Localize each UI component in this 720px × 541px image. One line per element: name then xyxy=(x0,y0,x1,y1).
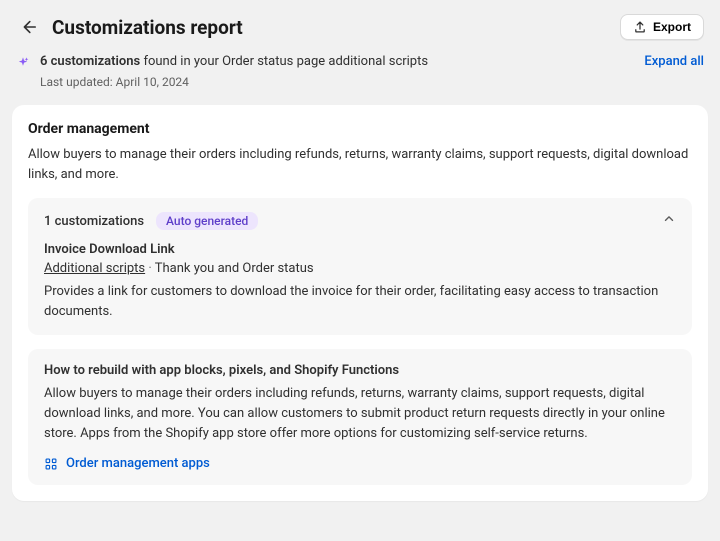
auto-generated-badge: Auto generated xyxy=(156,212,258,230)
apps-icon xyxy=(44,457,58,471)
customizations-panel: 1 customizations Auto generated Invoice … xyxy=(28,198,692,335)
howto-title: How to rebuild with app blocks, pixels, … xyxy=(44,363,676,378)
sparkle-icon xyxy=(16,56,30,74)
chevron-up-icon xyxy=(662,212,676,226)
export-label: Export xyxy=(653,20,691,34)
customizations-count: 6 customizations xyxy=(40,54,140,69)
customization-context: Thank you and Order status xyxy=(155,261,314,276)
arrow-left-icon xyxy=(19,18,37,36)
collapse-toggle[interactable] xyxy=(662,212,676,230)
howto-description: Allow buyers to manage their orders incl… xyxy=(44,384,676,444)
expand-all-link[interactable]: Expand all xyxy=(644,54,704,69)
customization-item-subtitle: Additional scripts · Thank you and Order… xyxy=(44,261,676,276)
page-title: Customizations report xyxy=(52,16,243,39)
export-button[interactable]: Export xyxy=(620,14,704,40)
export-icon xyxy=(633,20,647,34)
section-title: Order management xyxy=(28,121,692,137)
last-updated: Last updated: April 10, 2024 xyxy=(40,75,428,89)
apps-link-label: Order management apps xyxy=(66,456,210,471)
customization-item-title: Invoice Download Link xyxy=(44,242,676,257)
customizations-count-label: 1 customizations xyxy=(44,214,144,229)
back-button[interactable] xyxy=(16,15,40,39)
summary-text: 6 customizations found in your Order sta… xyxy=(40,54,428,69)
order-management-apps-link[interactable]: Order management apps xyxy=(44,456,676,471)
summary-suffix: found in your Order status page addition… xyxy=(140,54,428,69)
customization-item-description: Provides a link for customers to downloa… xyxy=(44,282,676,321)
order-management-card: Order management Allow buyers to manage … xyxy=(12,105,708,501)
section-description: Allow buyers to manage their orders incl… xyxy=(28,145,692,184)
additional-scripts-link[interactable]: Additional scripts xyxy=(44,261,145,276)
howto-panel: How to rebuild with app blocks, pixels, … xyxy=(28,349,692,485)
